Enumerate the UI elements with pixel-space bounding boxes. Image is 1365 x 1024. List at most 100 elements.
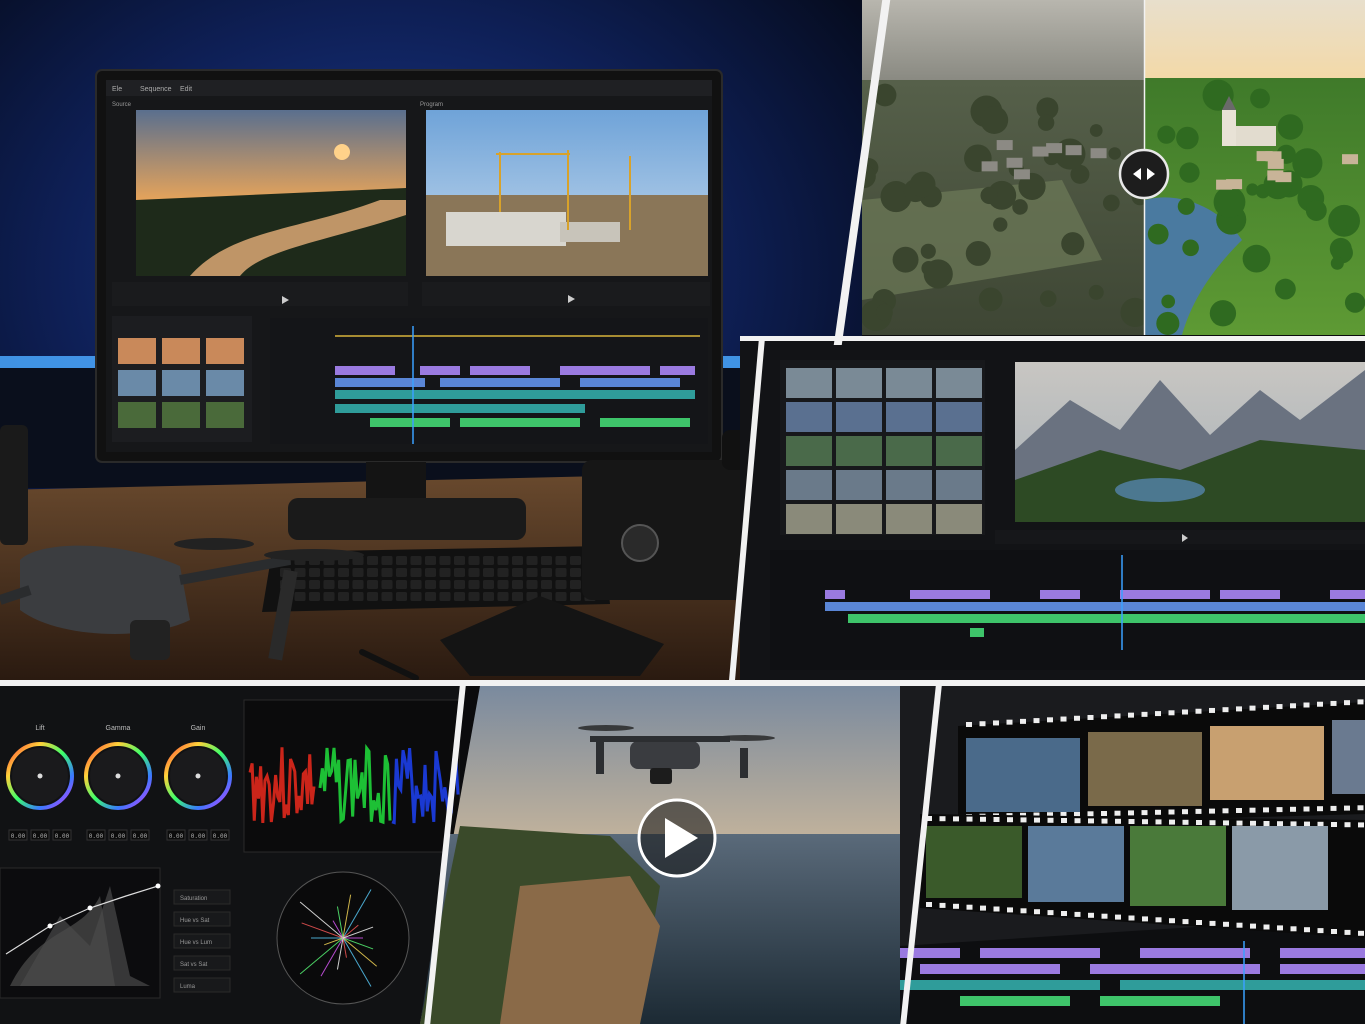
timeline-clip[interactable] <box>1220 590 1280 599</box>
media-thumbnail[interactable] <box>786 436 832 466</box>
timeline-clip[interactable] <box>980 948 1100 958</box>
timeline-clip[interactable] <box>600 418 690 427</box>
curve-point[interactable] <box>47 923 53 929</box>
media-thumbnail[interactable] <box>786 368 832 398</box>
tree <box>923 259 953 289</box>
media-thumbnail[interactable] <box>886 504 932 534</box>
timeline-clip[interactable] <box>440 378 560 387</box>
timeline-clip[interactable] <box>335 366 395 375</box>
timeline-clip[interactable] <box>1120 980 1365 990</box>
wheel-value[interactable]: 0.00 <box>133 833 148 840</box>
media-thumbnail[interactable] <box>936 402 982 432</box>
wheel-value[interactable]: 0.00 <box>89 833 104 840</box>
bin-thumbnail[interactable] <box>206 402 244 428</box>
timeline-clip[interactable] <box>848 614 1365 623</box>
timeline-clip[interactable] <box>335 378 425 387</box>
timeline-clip[interactable] <box>1120 590 1210 599</box>
bin-thumbnail[interactable] <box>118 402 156 428</box>
timeline-clip[interactable] <box>370 418 450 427</box>
keyboard-key <box>338 592 349 601</box>
timeline-clip[interactable] <box>825 602 1365 611</box>
keyboard-key <box>381 568 393 577</box>
media-thumbnail[interactable] <box>936 470 982 500</box>
jog-wheel[interactable] <box>621 524 659 562</box>
timeline-clip[interactable] <box>1280 948 1365 958</box>
film-strip-scene <box>900 686 1365 1024</box>
bin-thumbnail[interactable] <box>206 338 244 364</box>
timeline-clip[interactable] <box>1090 964 1260 974</box>
media-thumbnail[interactable] <box>836 402 882 432</box>
keyboard-key <box>425 568 436 577</box>
timeline-clip[interactable] <box>580 378 680 387</box>
timeline-clip[interactable] <box>1140 948 1250 958</box>
timeline-clip[interactable] <box>420 366 460 375</box>
media-thumbnail[interactable] <box>836 436 882 466</box>
wheel-center-point[interactable] <box>37 773 43 779</box>
wheel-center-point[interactable] <box>195 773 201 779</box>
keyboard-key <box>541 568 552 577</box>
keyboard-key <box>396 556 407 565</box>
media-thumbnail[interactable] <box>836 504 882 534</box>
bin-thumbnail[interactable] <box>162 338 200 364</box>
keyboard-key <box>323 568 335 577</box>
media-thumbnail[interactable] <box>836 368 882 398</box>
timeline-clip[interactable] <box>920 964 1060 974</box>
keyboard-key <box>367 556 378 565</box>
bin-thumbnail[interactable] <box>162 402 200 428</box>
timeline-clip[interactable] <box>825 590 845 599</box>
timeline-clip[interactable] <box>470 366 530 375</box>
media-thumbnail[interactable] <box>886 436 932 466</box>
bin-thumbnail[interactable] <box>118 370 156 396</box>
media-thumbnail[interactable] <box>936 368 982 398</box>
wheel-value[interactable]: 0.00 <box>213 833 228 840</box>
media-thumbnail[interactable] <box>886 470 932 500</box>
bin-thumbnail[interactable] <box>206 370 244 396</box>
timeline-clip[interactable] <box>1330 590 1365 599</box>
tree <box>1061 232 1085 256</box>
wheel-value[interactable]: 0.00 <box>191 833 206 840</box>
media-thumbnail[interactable] <box>886 402 932 432</box>
media-thumbnail[interactable] <box>786 402 832 432</box>
bin-thumbnail[interactable] <box>162 370 200 396</box>
house <box>981 161 998 172</box>
media-thumbnail[interactable] <box>786 504 832 534</box>
media-thumbnail[interactable] <box>836 470 882 500</box>
editor-tab-sequence[interactable]: Sequence <box>140 86 172 93</box>
tree <box>1102 194 1120 212</box>
timeline-clip[interactable] <box>460 418 580 427</box>
editor-tab-edit[interactable]: Edit <box>180 86 192 93</box>
timeline-clip[interactable] <box>1100 996 1220 1006</box>
media-thumbnail[interactable] <box>936 504 982 534</box>
wheel-value[interactable]: 0.00 <box>11 833 26 840</box>
wheel-value[interactable]: 0.00 <box>33 833 48 840</box>
keyboard-key <box>396 592 407 601</box>
timeline-clip[interactable] <box>910 590 990 599</box>
curve-point[interactable] <box>155 883 161 889</box>
left-right-arrows-icon[interactable] <box>1118 148 1170 200</box>
keyboard-key <box>555 556 567 565</box>
media-thumbnail[interactable] <box>786 470 832 500</box>
editor-tab-file[interactable]: Ele <box>112 86 122 93</box>
keyboard-key <box>483 568 494 577</box>
wheel-value[interactable]: 0.00 <box>55 833 70 840</box>
timeline-clip[interactable] <box>1280 964 1365 974</box>
timeline-clip[interactable] <box>335 390 695 399</box>
timeline-clip[interactable] <box>900 980 1100 990</box>
curve-point[interactable] <box>87 905 93 911</box>
timeline-clip[interactable] <box>970 628 984 637</box>
timeline-clip[interactable] <box>960 996 1070 1006</box>
media-thumbnail[interactable] <box>936 436 982 466</box>
keyboard-key <box>367 592 378 601</box>
timeline-clip[interactable] <box>335 404 585 413</box>
wheel-center-point[interactable] <box>115 773 121 779</box>
curve-option-label: Hue vs Sat <box>180 918 210 924</box>
panel-desk-editing-setup: Ele Sequence Edit Program Source <box>0 0 862 680</box>
timeline-clip[interactable] <box>560 366 650 375</box>
play-icon[interactable] <box>637 798 717 878</box>
wheel-value[interactable]: 0.00 <box>169 833 184 840</box>
wheel-value[interactable]: 0.00 <box>111 833 126 840</box>
bin-thumbnail[interactable] <box>118 338 156 364</box>
timeline-clip[interactable] <box>1040 590 1080 599</box>
timeline-clip[interactable] <box>660 366 695 375</box>
media-thumbnail[interactable] <box>886 368 932 398</box>
